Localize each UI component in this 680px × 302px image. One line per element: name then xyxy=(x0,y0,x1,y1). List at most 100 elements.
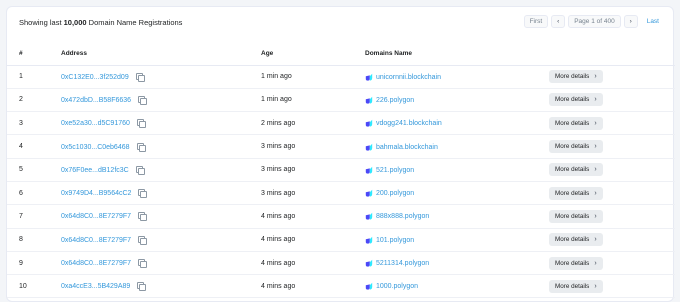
copy-icon[interactable] xyxy=(138,95,148,105)
row-age: 4 mins ago xyxy=(261,259,296,267)
copy-icon[interactable] xyxy=(138,259,148,269)
summary-prefix: Showing last xyxy=(19,18,64,27)
row-age: 4 mins ago xyxy=(261,282,296,290)
table-row: 2 0x472dbD...B58F6636 1 min ago 226.poly… xyxy=(7,88,675,113)
row-index: 5 xyxy=(19,166,23,174)
column-index: # xyxy=(7,43,61,66)
more-details-button[interactable]: More details › xyxy=(549,186,603,200)
column-address: Address xyxy=(61,43,261,66)
more-details-button[interactable]: More details › xyxy=(549,279,603,293)
row-age: 4 mins ago xyxy=(261,212,296,220)
unstoppable-domains-icon xyxy=(365,259,373,267)
chevron-right-icon: › xyxy=(594,73,597,81)
address-link[interactable]: 0x64d8C0...8E7279F7 xyxy=(61,260,131,267)
address-link[interactable]: 0xa4ccE3...5B429A89 xyxy=(61,283,130,290)
more-details-label: More details xyxy=(555,166,590,174)
domain-link[interactable]: vdogg241.blockchain xyxy=(376,120,442,127)
more-details-button[interactable]: More details › xyxy=(549,116,603,130)
copy-icon[interactable] xyxy=(138,212,148,222)
more-details-button[interactable]: More details › xyxy=(549,256,603,270)
row-age: 1 min ago xyxy=(261,73,292,81)
unstoppable-domains-icon xyxy=(365,213,373,221)
chevron-right-icon: › xyxy=(594,119,597,127)
row-index: 7 xyxy=(19,212,23,220)
pagination: First ‹ Page 1 of 400 › Last xyxy=(521,14,665,28)
more-details-label: More details xyxy=(555,212,590,220)
address-link[interactable]: 0x64d8C0...8E7279F7 xyxy=(61,237,131,244)
more-details-label: More details xyxy=(555,189,590,197)
more-details-button[interactable]: More details › xyxy=(549,70,603,84)
more-details-button[interactable]: More details › xyxy=(549,163,603,177)
address-link[interactable]: 0x5c1030...C0eb6468 xyxy=(61,143,130,150)
table-row: 4 0x5c1030...C0eb6468 3 mins ago bahmala… xyxy=(7,134,675,159)
first-page-button[interactable]: First xyxy=(523,14,549,28)
domain-link[interactable]: 1000.polygon xyxy=(376,283,418,290)
more-details-label: More details xyxy=(555,96,590,104)
chevron-right-icon: › xyxy=(594,143,597,151)
address-link[interactable]: 0x76F0ee...dB12fc3C xyxy=(61,167,129,174)
unstoppable-domains-icon xyxy=(365,189,373,197)
chevron-right-icon: › xyxy=(594,189,597,197)
more-details-button[interactable]: More details › xyxy=(549,209,603,223)
copy-icon[interactable] xyxy=(138,189,148,199)
address-link[interactable]: 0x64d8C0...8E7279F7 xyxy=(61,213,131,220)
address-link[interactable]: 0x472dbD...B58F6636 xyxy=(61,97,131,104)
chevron-right-icon: › xyxy=(594,236,597,244)
more-details-button[interactable]: More details › xyxy=(549,233,603,247)
copy-icon[interactable] xyxy=(135,165,145,175)
copy-icon[interactable] xyxy=(137,282,147,292)
row-index: 10 xyxy=(19,282,27,290)
unstoppable-domains-icon xyxy=(365,236,373,244)
chevron-right-icon: › xyxy=(594,259,597,267)
row-index: 1 xyxy=(19,73,23,81)
chevron-right-icon: › xyxy=(629,17,632,25)
domain-link[interactable]: 226.polygon xyxy=(376,97,414,104)
registrations-table: # Address Age Domains Name 1 0xC132E0...… xyxy=(7,43,675,299)
next-page-button[interactable]: › xyxy=(623,14,638,28)
copy-icon[interactable] xyxy=(136,119,146,129)
more-details-label: More details xyxy=(555,282,590,290)
domain-link[interactable]: 200.polygon xyxy=(376,190,414,197)
last-page-button[interactable]: Last xyxy=(641,15,665,28)
row-index: 4 xyxy=(19,143,23,151)
more-details-label: More details xyxy=(555,236,590,244)
chevron-right-icon: › xyxy=(594,212,597,220)
more-details-label: More details xyxy=(555,119,590,127)
unstoppable-domains-icon xyxy=(365,120,373,127)
chevron-left-icon: ‹ xyxy=(557,17,560,25)
domain-link[interactable]: 5211314.polygon xyxy=(376,260,429,267)
more-details-button[interactable]: More details › xyxy=(549,93,603,107)
chevron-right-icon: › xyxy=(594,282,597,290)
domain-link[interactable]: 521.polygon xyxy=(376,167,414,174)
table-row: 9 0x64d8C0...8E7279F7 4 mins ago 5211314… xyxy=(7,251,675,276)
row-age: 3 mins ago xyxy=(261,166,296,174)
table-row: 1 0xC132E0...3f252d09 1 min ago unicornn… xyxy=(7,65,675,89)
domain-link[interactable]: 101.polygon xyxy=(376,237,414,244)
domain-link[interactable]: unicornnii.blockchain xyxy=(376,73,441,80)
address-link[interactable]: 0x9749D4...B9564cC2 xyxy=(61,190,131,197)
chevron-right-icon: › xyxy=(594,96,597,104)
summary-text: Showing last 10,000 Domain Name Registra… xyxy=(19,18,182,27)
page-indicator: Page 1 of 400 xyxy=(568,14,621,28)
registrations-card: Showing last 10,000 Domain Name Registra… xyxy=(6,6,675,302)
domain-link[interactable]: bahmala.blockchain xyxy=(376,143,438,150)
copy-icon[interactable] xyxy=(135,72,145,82)
address-link[interactable]: 0xC132E0...3f252d09 xyxy=(61,73,129,80)
more-details-button[interactable]: More details › xyxy=(549,140,603,154)
summary-count: 10,000 xyxy=(63,18,87,27)
more-details-label: More details xyxy=(555,259,590,267)
domain-link[interactable]: 888x888.polygon xyxy=(376,213,429,220)
row-index: 3 xyxy=(19,119,23,127)
unstoppable-domains-icon xyxy=(365,96,373,104)
prev-page-button[interactable]: ‹ xyxy=(551,14,566,28)
row-age: 3 mins ago xyxy=(261,189,296,197)
copy-icon[interactable] xyxy=(138,235,148,245)
row-age: 2 mins ago xyxy=(261,119,296,127)
table-row: 6 0x9749D4...B9564cC2 3 mins ago 200.pol… xyxy=(7,181,675,206)
row-index: 2 xyxy=(19,96,23,104)
unstoppable-domains-icon xyxy=(365,166,373,174)
column-actions xyxy=(549,43,675,66)
address-link[interactable]: 0xe52a30...d5C91760 xyxy=(61,120,130,127)
row-age: 4 mins ago xyxy=(261,236,296,244)
copy-icon[interactable] xyxy=(136,142,146,152)
